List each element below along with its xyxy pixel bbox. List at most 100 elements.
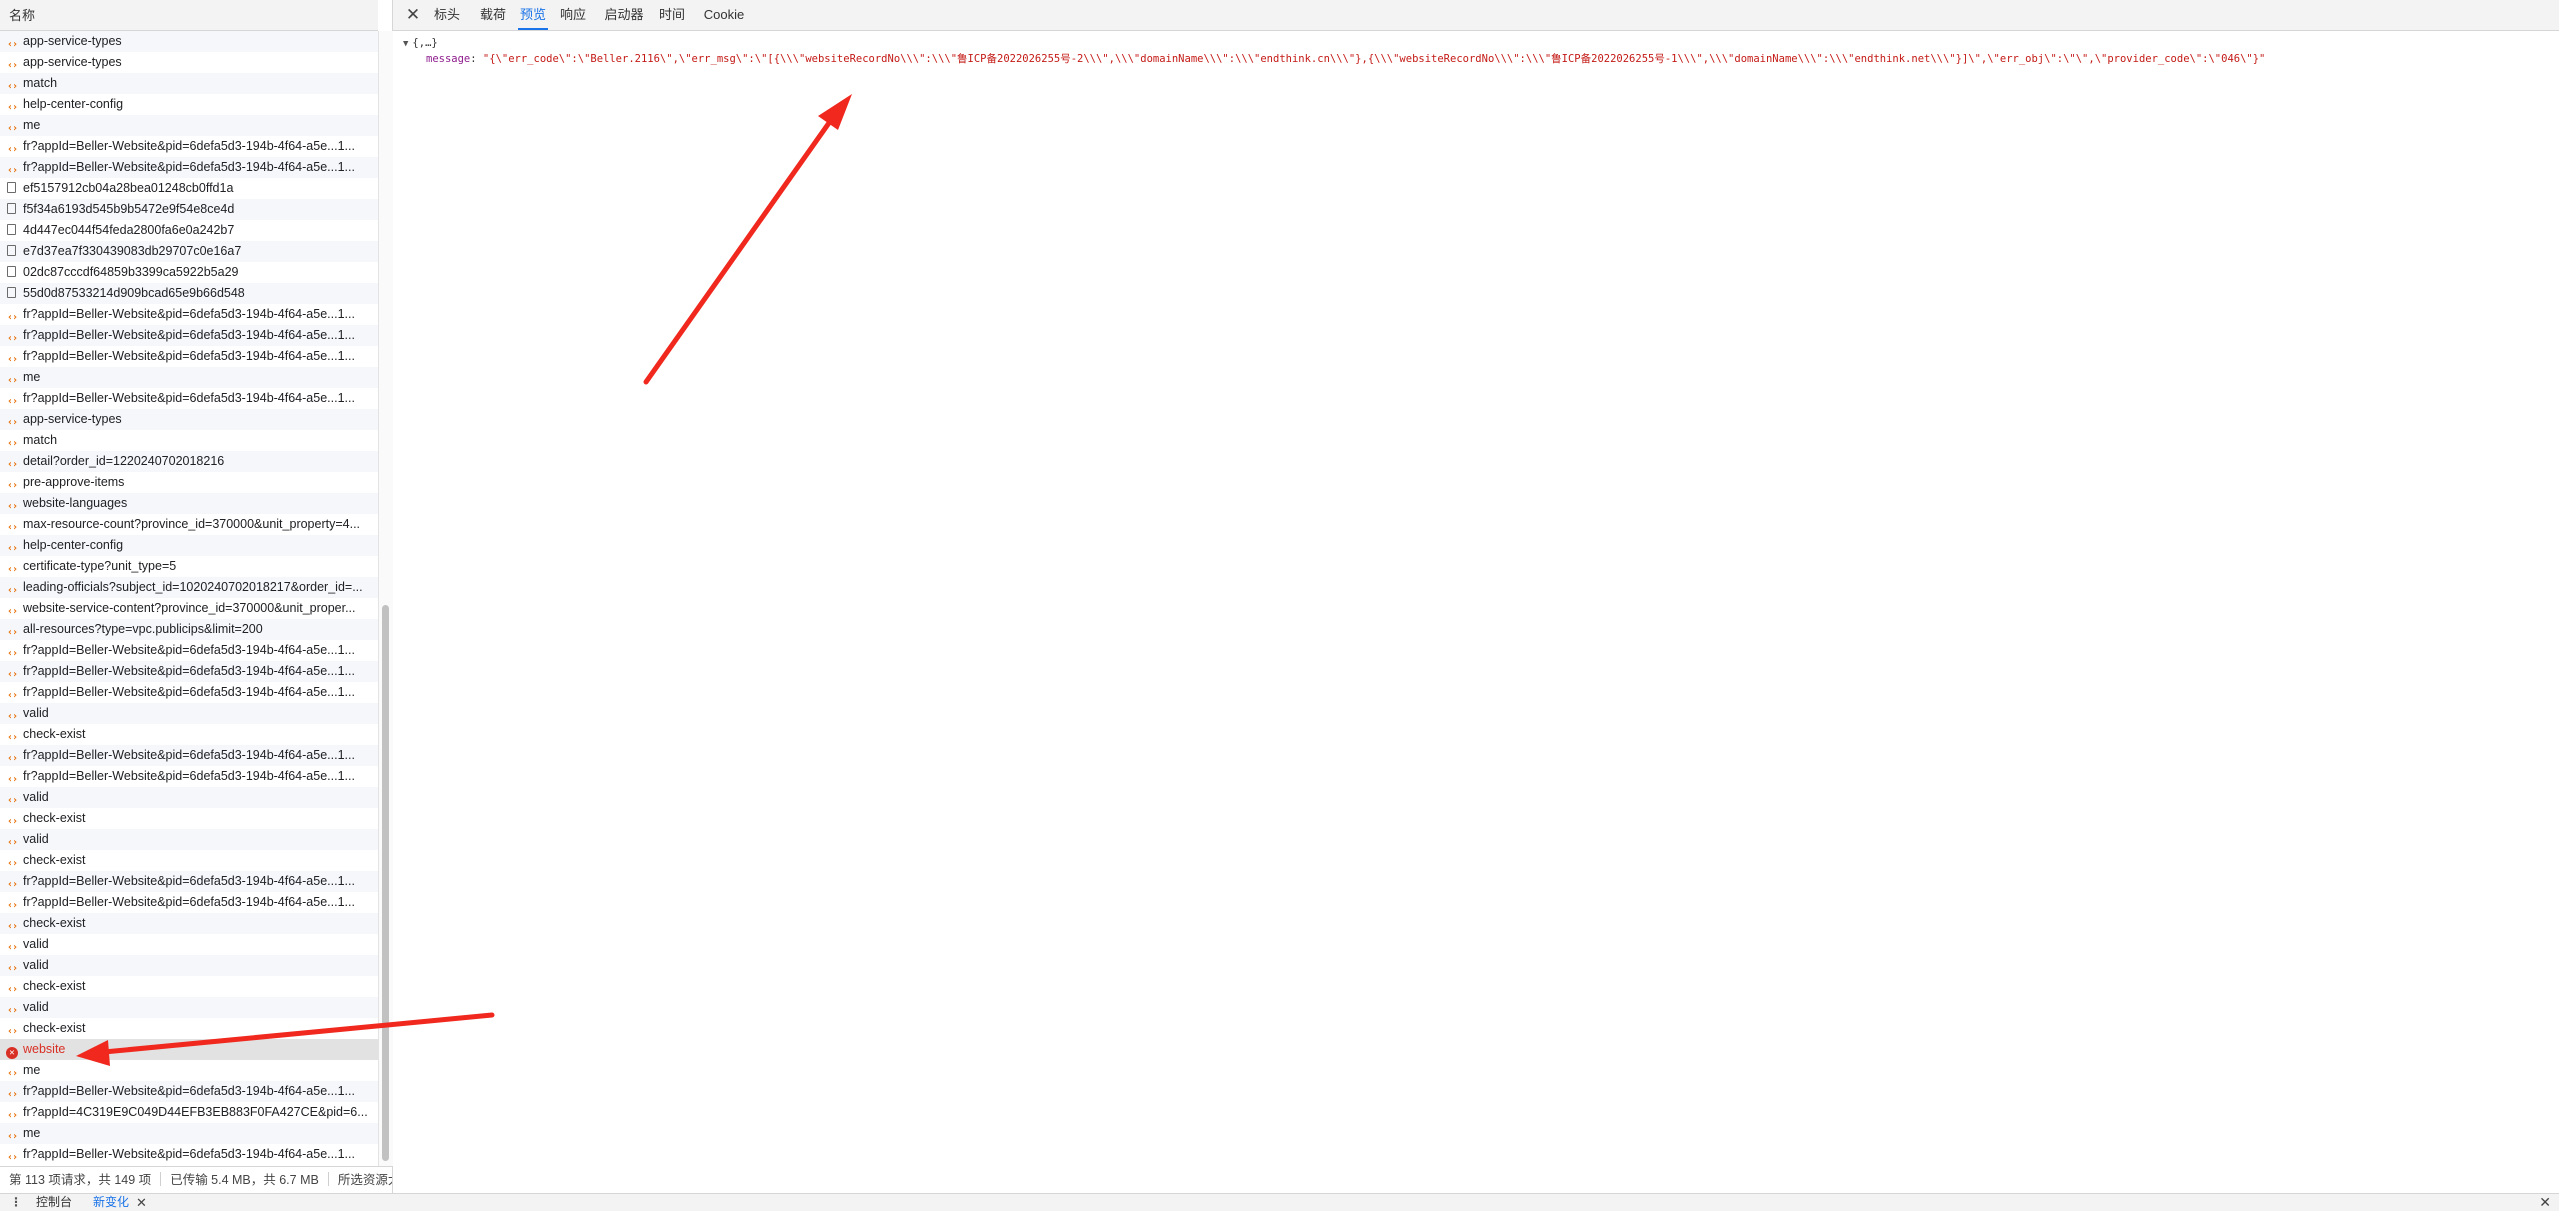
- request-row[interactable]: ‹› fr?appId=Beller-Website&pid=6defa5d3-1…: [0, 1081, 378, 1102]
- request-row[interactable]: ‹› fr?appId=Beller-Website&pid=6defa5d3-1…: [0, 892, 378, 913]
- close-tab-icon[interactable]: ✕: [136, 1194, 147, 1211]
- transfer-size: 已传输 5.4 MB，共 6.7 MB: [170, 1173, 319, 1187]
- json-tree-root[interactable]: ▼ {,…}: [403, 37, 438, 49]
- xhr-icon: ‹›: [6, 795, 18, 806]
- request-row[interactable]: ‹› fr?appId=Beller-Website&pid=6defa5d3-1…: [0, 682, 378, 703]
- request-name: help-center-config: [23, 538, 124, 552]
- xhr-icon: ‹›: [6, 900, 18, 911]
- request-row[interactable]: ‹› website-languages: [0, 493, 378, 514]
- request-row[interactable]: ‹› me: [0, 1123, 378, 1144]
- request-row[interactable]: ‹› fr?appId=Beller-Website&pid=6defa5d3-1…: [0, 304, 378, 325]
- tab-changes[interactable]: 新变化: [93, 1194, 129, 1211]
- tab-console[interactable]: 控制台: [36, 1194, 72, 1211]
- request-row[interactable]: ‹› help-center-config: [0, 94, 378, 115]
- request-row[interactable]: ‹› app-service-types: [0, 52, 378, 73]
- request-row[interactable]: ‹› fr?appId=Beller-Website&pid=6defa5d3-1…: [0, 871, 378, 892]
- request-row[interactable]: ‹› match: [0, 73, 378, 94]
- xhr-icon: ‹›: [6, 102, 18, 113]
- tab-preview[interactable]: 预览: [518, 0, 548, 30]
- request-list-scrollbar[interactable]: [378, 31, 393, 1166]
- xhr-icon: ‹›: [6, 711, 18, 722]
- xhr-icon: ‹›: [6, 333, 18, 344]
- request-row[interactable]: ‹› fr?appId=Beller-Website&pid=6defa5d3-1…: [0, 640, 378, 661]
- request-row[interactable]: ‹› me: [0, 367, 378, 388]
- request-row[interactable]: ‹› match: [0, 430, 378, 451]
- request-row[interactable]: ‹› fr?appId=Beller-Website&pid=6defa5d3-1…: [0, 157, 378, 178]
- request-row[interactable]: ‹› check-exist: [0, 724, 378, 745]
- request-row[interactable]: e7d37ea7f330439083db29707c0e16a7: [0, 241, 378, 262]
- request-row[interactable]: f5f34a6193d545b9b5472e9f54e8ce4d: [0, 199, 378, 220]
- xhr-icon: ‹›: [6, 417, 18, 428]
- request-row[interactable]: ‹› all-resources?type=vpc.publicips&limit…: [0, 619, 378, 640]
- request-row[interactable]: ‹› fr?appId=Beller-Website&pid=6defa5d3-1…: [0, 388, 378, 409]
- request-row[interactable]: 55d0d87533214d909bcad65e9b66d548: [0, 283, 378, 304]
- xhr-icon: ‹›: [6, 396, 18, 407]
- close-icon[interactable]: ✕: [403, 5, 423, 25]
- xhr-icon: ‹›: [6, 501, 18, 512]
- request-row[interactable]: ef5157912cb04a28bea01248cb0ffd1a: [0, 178, 378, 199]
- more-vertical-icon[interactable]: ⋮: [10, 1194, 22, 1211]
- expand-triangle-icon[interactable]: ▼: [403, 39, 408, 49]
- request-name: valid: [23, 937, 49, 951]
- xhr-icon: ‹›: [6, 732, 18, 743]
- request-row[interactable]: ‹› valid: [0, 997, 378, 1018]
- request-name: valid: [23, 832, 49, 846]
- request-row[interactable]: ‹› me: [0, 1060, 378, 1081]
- request-name: check-exist: [23, 1021, 86, 1035]
- xhr-icon: ‹›: [6, 879, 18, 890]
- request-name: fr?appId=Beller-Website&pid=6defa5d3-194…: [23, 1084, 355, 1098]
- request-row[interactable]: ‹› website-service-content?province_id=37…: [0, 598, 378, 619]
- request-row[interactable]: ‹› fr?appId=Beller-Website&pid=6defa5d3-1…: [0, 745, 378, 766]
- request-row[interactable]: ‹› valid: [0, 934, 378, 955]
- request-row[interactable]: ‹› max-resource-count?province_id=370000&…: [0, 514, 378, 535]
- name-column-header[interactable]: 名称: [0, 0, 378, 31]
- request-row[interactable]: ‹› fr?appId=Beller-Website&pid=6defa5d3-1…: [0, 136, 378, 157]
- request-row[interactable]: ‹› fr?appId=Beller-Website&pid=6defa5d3-1…: [0, 1144, 378, 1165]
- network-status-bar: 第 113 项请求，共 149 项 已传输 5.4 MB，共 6.7 MB 所选资源…: [0, 1166, 392, 1193]
- request-row[interactable]: ‹› valid: [0, 829, 378, 850]
- request-row[interactable]: ‹› fr?appId=Beller-Website&pid=6defa5d3-1…: [0, 325, 378, 346]
- request-row[interactable]: ✕ website: [0, 1039, 378, 1060]
- tab-response[interactable]: 响应: [558, 0, 588, 30]
- request-row[interactable]: ‹› fr?appId=Beller-Website&pid=6defa5d3-1…: [0, 766, 378, 787]
- request-row[interactable]: ‹› check-exist: [0, 913, 378, 934]
- request-row[interactable]: ‹› check-exist: [0, 808, 378, 829]
- request-row[interactable]: ‹› pre-approve-items: [0, 472, 378, 493]
- xhr-icon: ‹›: [6, 144, 18, 155]
- request-row[interactable]: 4d447ec044f54feda2800fa6e0a242b7: [0, 220, 378, 241]
- request-row[interactable]: ‹› app-service-types: [0, 409, 378, 430]
- request-row[interactable]: ‹› leading-officials?subject_id=102024070…: [0, 577, 378, 598]
- request-row[interactable]: ‹› app-service-types: [0, 31, 378, 52]
- tab-payload[interactable]: 载荷: [478, 0, 508, 30]
- status-divider: [160, 1172, 162, 1186]
- tab-cookies[interactable]: Cookie: [700, 0, 748, 30]
- tab-timing[interactable]: 时间: [657, 0, 687, 30]
- close-icon[interactable]: ✕: [2539, 1194, 2551, 1211]
- request-row[interactable]: ‹› detail?order_id=1220240702018216: [0, 451, 378, 472]
- xhr-icon: ‹›: [6, 1089, 18, 1100]
- scrollbar-thumb[interactable]: [382, 605, 389, 1161]
- request-row[interactable]: ‹› me: [0, 115, 378, 136]
- request-row[interactable]: ‹› check-exist: [0, 850, 378, 871]
- request-name: check-exist: [23, 916, 86, 930]
- request-row[interactable]: ‹› valid: [0, 955, 378, 976]
- request-name: app-service-types: [23, 55, 122, 69]
- request-name: valid: [23, 958, 49, 972]
- request-row[interactable]: ‹› check-exist: [0, 1018, 378, 1039]
- request-list[interactable]: ‹› app-service-types ‹› app-service-types ‹›…: [0, 31, 378, 1166]
- request-row[interactable]: ‹› valid: [0, 703, 378, 724]
- tab-initiator[interactable]: 启动器: [602, 0, 646, 30]
- request-row[interactable]: ‹› valid: [0, 787, 378, 808]
- request-row[interactable]: ‹› help-center-config: [0, 535, 378, 556]
- request-name: me: [23, 1063, 41, 1077]
- request-name: valid: [23, 706, 49, 720]
- request-row[interactable]: ‹› check-exist: [0, 976, 378, 997]
- xhr-icon: ‹›: [6, 606, 18, 617]
- request-row[interactable]: ‹› fr?appId=Beller-Website&pid=6defa5d3-1…: [0, 661, 378, 682]
- tab-headers[interactable]: 标头: [432, 0, 462, 30]
- request-name: detail?order_id=1220240702018216: [23, 454, 225, 468]
- request-row[interactable]: ‹› fr?appId=Beller-Website&pid=6defa5d3-1…: [0, 346, 378, 367]
- request-row[interactable]: 02dc87cccdf64859b3399ca5922b5a29: [0, 262, 378, 283]
- request-row[interactable]: ‹› certificate-type?unit_type=5: [0, 556, 378, 577]
- request-row[interactable]: ‹› fr?appId=4C319E9C049D44EFB3EB883F0FA42…: [0, 1102, 378, 1123]
